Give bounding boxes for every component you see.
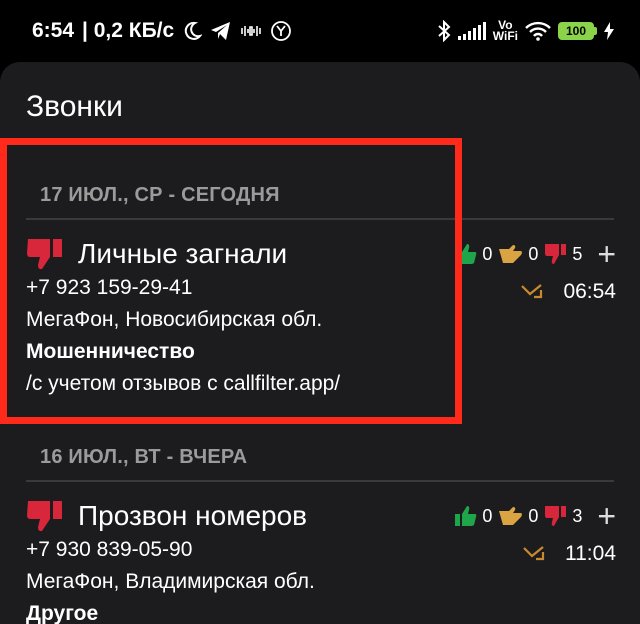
thumb-down-icon: [545, 244, 567, 264]
divider: [26, 480, 614, 482]
time-row: 11:04: [523, 542, 616, 566]
call-item[interactable]: Прозвон номеров +7 930 839-05-90 МегаФон…: [26, 498, 616, 624]
battery-icon: 100: [558, 22, 597, 40]
plus-icon[interactable]: +: [597, 238, 616, 270]
battery-level: 100: [558, 22, 594, 40]
status-speed: | 0,2 КБ/с: [82, 19, 175, 42]
time-row: 06:54: [521, 280, 616, 304]
caller-name: Прозвон номеров: [78, 500, 308, 531]
call-time: 06:54: [563, 280, 616, 303]
call-time: 11:04: [565, 542, 616, 565]
thumb-neutral-icon: [499, 245, 523, 263]
thumb-down-icon: [27, 501, 62, 532]
missed-call-arrow-icon: [523, 546, 545, 561]
missed-call-arrow-icon: [521, 284, 543, 299]
moon-icon: [185, 21, 203, 40]
thumb-down-icon: [545, 506, 567, 526]
bluetooth-icon: [438, 20, 451, 42]
status-left: 6:54 | 0,2 КБ/с: [32, 19, 292, 43]
vibrate-icon: [241, 26, 262, 36]
likes-count: 0: [482, 505, 493, 526]
vowifi-indicator: Vo WiFi: [492, 19, 518, 43]
battery-tip: [594, 27, 597, 35]
likes-count: 0: [482, 243, 493, 264]
dislikes-count: 3: [572, 505, 583, 526]
status-right: Vo WiFi 100: [437, 19, 614, 43]
signal-icon: [457, 22, 486, 40]
status-bar: 6:54 | 0,2 КБ/с Vo WiFi 100: [0, 0, 640, 62]
plus-icon[interactable]: +: [597, 500, 616, 532]
telegram-icon: [211, 22, 231, 40]
date-header-yesterday: 16 ИЮЛ., ВТ - ВЧЕРА: [40, 446, 248, 468]
vowifi-bottom: WiFi: [492, 29, 518, 43]
highlight-box: [0, 138, 462, 424]
rating-row: 0 0 3 +: [455, 500, 616, 532]
neutral-count: 0: [528, 505, 539, 526]
dislikes-count: 5: [572, 243, 583, 264]
neutral-count: 0: [528, 243, 539, 264]
page-title: Звонки: [26, 90, 123, 123]
rating-row: 0 0 5 +: [455, 238, 616, 270]
thumb-neutral-icon: [499, 507, 523, 525]
caller-operator: МегаФон, Владимирская обл.: [26, 570, 315, 593]
wifi-icon: [525, 21, 551, 41]
thumb-up-icon: [455, 506, 477, 526]
charging-icon: [604, 22, 614, 40]
status-time: 6:54: [32, 19, 75, 42]
y-icon: [271, 21, 292, 41]
caller-category: Другое: [26, 602, 99, 624]
